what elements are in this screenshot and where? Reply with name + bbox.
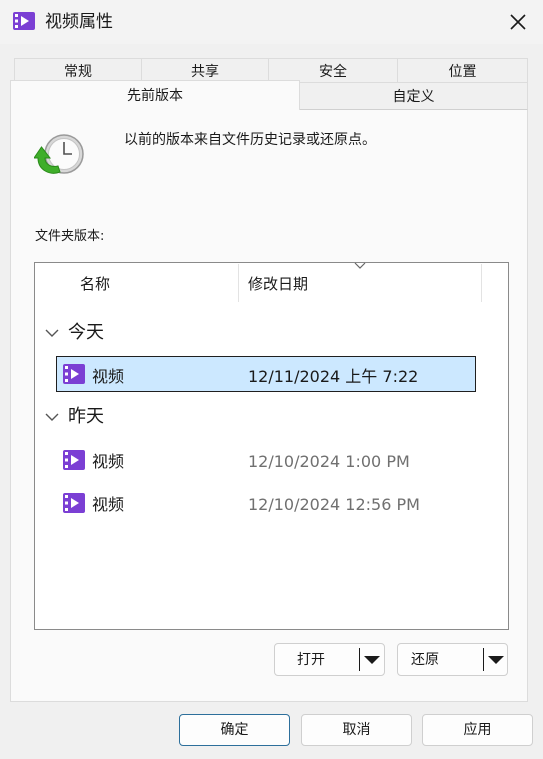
ok-button[interactable]: 确定	[179, 714, 290, 746]
tab-security[interactable]: 安全	[268, 58, 398, 82]
column-divider[interactable]	[481, 264, 482, 302]
item-name: 视频	[92, 495, 125, 514]
item-name: 视频	[92, 452, 125, 471]
item-date: 12/10/2024 1:00 PM	[248, 452, 410, 471]
history-clock-icon	[34, 134, 84, 174]
video-folder-icon	[63, 450, 85, 470]
video-folder-icon	[13, 12, 35, 30]
split-divider	[483, 648, 484, 671]
tab-previous-versions[interactable]: 先前版本	[10, 80, 300, 110]
video-folder-icon	[63, 493, 85, 513]
description-text: 以前的版本来自文件历史记录或还原点。	[124, 132, 376, 148]
folder-versions-label: 文件夹版本:	[35, 229, 105, 244]
apply-button[interactable]: 应用	[422, 714, 533, 746]
close-icon	[510, 14, 526, 30]
chevron-down-icon[interactable]	[45, 412, 59, 422]
item-date: 12/10/2024 12:56 PM	[248, 495, 420, 514]
item-name: 视频	[92, 367, 125, 386]
column-header-modified[interactable]: 修改日期	[248, 264, 308, 302]
group-header-yesterday[interactable]: 昨天	[68, 404, 104, 430]
chevron-down-icon[interactable]	[45, 328, 59, 338]
dropdown-arrow-icon[interactable]	[487, 655, 505, 665]
cancel-button[interactable]: 取消	[301, 714, 412, 746]
tab-sharing[interactable]: 共享	[141, 58, 269, 82]
dropdown-arrow-icon[interactable]	[363, 655, 381, 665]
column-divider[interactable]	[238, 264, 239, 302]
tab-location[interactable]: 位置	[397, 58, 528, 82]
item-date: 12/11/2024 上午 7:22	[248, 367, 419, 386]
open-button-label: 打开	[297, 652, 325, 668]
video-folder-icon	[63, 364, 85, 384]
split-divider	[359, 648, 360, 671]
tab-customize[interactable]: 自定义	[299, 82, 528, 110]
restore-button-label: 还原	[411, 652, 439, 668]
sort-indicator-icon	[354, 262, 366, 269]
tab-general[interactable]: 常规	[14, 58, 142, 82]
window-title: 视频属性	[45, 12, 113, 32]
close-button[interactable]	[498, 6, 538, 38]
column-header-name[interactable]: 名称	[80, 264, 110, 302]
group-header-today[interactable]: 今天	[68, 320, 104, 346]
